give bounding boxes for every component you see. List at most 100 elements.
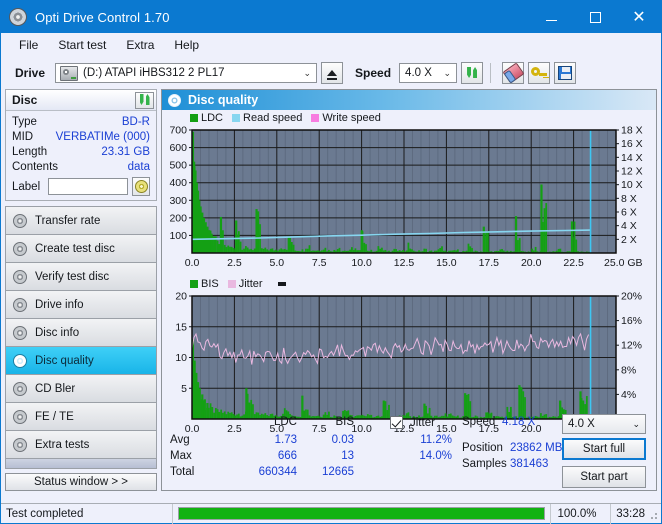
disc-contents-value: data — [127, 160, 150, 173]
disc-row-contents: Contents data — [12, 159, 150, 174]
floppy-save-icon — [558, 66, 573, 80]
legend-swatch-icon — [311, 114, 320, 122]
sidebar-item-label: Transfer rate — [35, 214, 101, 227]
jitter-checkbox[interactable] — [390, 416, 403, 429]
svg-text:7.5: 7.5 — [312, 257, 327, 269]
disc-label-button[interactable] — [132, 177, 150, 196]
svg-text:600: 600 — [169, 142, 187, 154]
eject-icon — [327, 70, 338, 80]
stats-avg-jitter: 11.2% — [420, 434, 452, 446]
start-full-button[interactable]: Start full — [562, 438, 646, 460]
minimize-button[interactable] — [529, 1, 573, 33]
ldc-read-speed-chart: 700 600 500 400 300 200 100 18 X16 X 14 X 12 X10 … — [169, 126, 643, 269]
legend-swatch-icon — [227, 280, 236, 288]
svg-text:25.0 GB: 25.0 GB — [604, 257, 643, 269]
maximize-button[interactable] — [573, 1, 617, 33]
toolbar-divider — [490, 63, 492, 83]
disc-icon — [13, 297, 27, 312]
menu-help[interactable]: Help — [164, 36, 209, 54]
drive-select[interactable]: (D:) ATAPI iHBS312 2 PL17 ⌄ — [55, 63, 318, 83]
sidebar: Disc Type BD-R MID VERBATIMe (000) Lengt… — [5, 89, 157, 491]
legend-entry-bis: BIS — [190, 278, 219, 290]
disc-panel-header: Disc — [6, 90, 156, 111]
samples-label: Samples — [462, 458, 507, 470]
erase-disc-button[interactable] — [502, 62, 525, 84]
refresh-drive-button[interactable] — [461, 62, 484, 84]
disc-label-input[interactable] — [48, 178, 129, 195]
sidebar-item-label: Create test disc — [35, 242, 115, 255]
stats-row-avg-label: Avg — [170, 434, 190, 446]
sidebar-item-label: FE / TE — [35, 410, 74, 423]
sidebar-item-disc-info[interactable]: Disc info — [6, 319, 156, 347]
key-button[interactable] — [528, 62, 551, 84]
disc-mid-label: MID — [12, 130, 34, 143]
sidebar-item-disc-quality[interactable]: Disc quality — [6, 347, 156, 375]
stats-row-total-label: Total — [170, 466, 195, 478]
disc-icon — [13, 437, 27, 452]
resize-grip-icon — [648, 510, 658, 520]
sidebar-item-label: CD Bler — [35, 382, 76, 395]
svg-text:20.0: 20.0 — [521, 257, 542, 269]
disc-row-type: Type BD-R — [12, 114, 150, 129]
svg-text:6 X: 6 X — [621, 207, 637, 219]
sidebar-item-transfer-rate[interactable]: Transfer rate — [6, 207, 156, 235]
svg-text:20%: 20% — [621, 292, 642, 303]
disc-contents-label: Contents — [12, 160, 59, 173]
eject-button[interactable] — [321, 62, 344, 84]
svg-text:700: 700 — [169, 126, 187, 137]
svg-text:4 X: 4 X — [621, 220, 637, 232]
legend-entry-read-speed: Read speed — [232, 112, 302, 124]
legend-label: Jitter — [238, 278, 263, 290]
svg-text:8 X: 8 X — [621, 193, 637, 205]
svg-text:15: 15 — [175, 321, 187, 333]
sidebar-item-create-test-disc[interactable]: Create test disc — [6, 235, 156, 263]
svg-text:5.0: 5.0 — [269, 257, 284, 269]
svg-text:10.0: 10.0 — [351, 257, 372, 269]
disc-refresh-button[interactable] — [135, 91, 154, 109]
chevron-down-icon: ⌄ — [303, 67, 312, 78]
sidebar-item-drive-info[interactable]: Drive info — [6, 291, 156, 319]
svg-text:17.5: 17.5 — [479, 257, 500, 269]
svg-text:20: 20 — [175, 292, 187, 303]
stats-col-ldc: LDC — [273, 416, 297, 428]
eraser-icon — [502, 62, 525, 84]
content-header: Disc quality — [162, 90, 656, 110]
legend-swatch-icon — [232, 114, 241, 122]
sidebar-item-verify-test-disc[interactable]: Verify test disc — [6, 263, 156, 291]
sidebar-item-fe-te[interactable]: FE / TE — [6, 403, 156, 431]
disc-length-value: 23.31 GB — [101, 145, 150, 158]
application-window: Opti Drive Control 1.70 ✕ File Start tes… — [0, 0, 662, 524]
menu-start-test[interactable]: Start test — [48, 36, 116, 54]
progress-percent: 100.0% — [551, 503, 612, 524]
svg-text:12%: 12% — [621, 340, 642, 352]
chevron-down-icon: ⌄ — [443, 67, 452, 78]
test-speed-select[interactable]: 4.0 X ⌄ — [562, 414, 646, 434]
close-button[interactable]: ✕ — [617, 1, 661, 33]
svg-text:12 X: 12 X — [621, 166, 643, 178]
svg-text:2 X: 2 X — [621, 234, 637, 246]
disc-panel-title: Disc — [12, 93, 38, 107]
sidebar-item-extra-tests[interactable]: Extra tests — [6, 431, 156, 459]
disc-icon — [13, 241, 27, 256]
menu-extra[interactable]: Extra — [116, 36, 164, 54]
refresh-icon — [465, 66, 479, 80]
drive-toolbar: Drive (D:) ATAPI iHBS312 2 PL17 ⌄ Speed … — [1, 57, 661, 89]
svg-text:12.5: 12.5 — [394, 257, 415, 269]
stats-max-bis: 13 — [341, 450, 354, 462]
status-window-button[interactable]: Status window > > — [5, 472, 157, 491]
disc-icon — [13, 213, 27, 228]
legend-label: BIS — [201, 278, 219, 290]
start-part-button[interactable]: Start part — [562, 466, 646, 488]
svg-text:200: 200 — [169, 212, 187, 224]
disc-type-label: Type — [12, 115, 37, 128]
speed-select[interactable]: 4.0 X ⌄ — [399, 63, 458, 83]
disc-quality-icon — [168, 93, 181, 107]
stats-avg-bis: 0.03 — [331, 434, 354, 446]
save-button[interactable] — [554, 62, 577, 84]
refresh-icon — [138, 93, 152, 107]
disc-icon — [13, 353, 27, 368]
chart-cursor-marker — [277, 282, 286, 286]
menu-file[interactable]: File — [9, 36, 48, 54]
test-speed-value: 4.0 X — [568, 418, 595, 430]
sidebar-item-cd-bler[interactable]: CD Bler — [6, 375, 156, 403]
